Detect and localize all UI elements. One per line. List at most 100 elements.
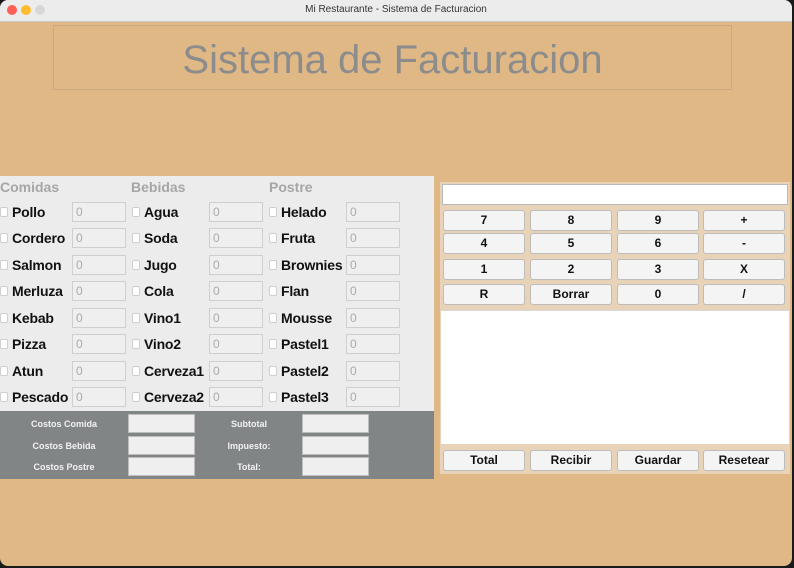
item-quantity-field[interactable]: 0 bbox=[72, 308, 126, 328]
item-quantity-field[interactable]: 0 bbox=[72, 361, 126, 381]
subtotal-field[interactable] bbox=[302, 414, 369, 433]
costos-comida-field[interactable] bbox=[128, 414, 195, 433]
costos-postre-field[interactable] bbox=[128, 457, 195, 476]
menu-panel: Comidas Bebidas Postre Pollo 0 Cordero 0 Sal… bbox=[0, 176, 434, 411]
item-checkbox[interactable] bbox=[132, 339, 140, 349]
item-label: Soda bbox=[144, 230, 178, 246]
item-quantity-field[interactable]: 0 bbox=[346, 202, 400, 222]
postre-header: Postre bbox=[269, 179, 313, 195]
item-quantity-field[interactable]: 0 bbox=[72, 202, 126, 222]
total-button[interactable]: Total bbox=[443, 450, 525, 471]
calculator-panel: 7 8 9 +4 5 6- 1 2 3 X R Borrar 0/ Total Recibir Guar… bbox=[440, 182, 790, 474]
item-quantity-field[interactable]: 0 bbox=[209, 255, 263, 275]
item-checkbox[interactable] bbox=[269, 313, 277, 323]
item-checkbox[interactable] bbox=[0, 207, 8, 217]
item-quantity-field[interactable]: 0 bbox=[346, 334, 400, 354]
subtotal-label: Subtotal bbox=[231, 419, 267, 429]
calculator-key[interactable]: X bbox=[703, 259, 785, 280]
calculator-key[interactable]: 1 bbox=[443, 259, 525, 280]
item-checkbox[interactable] bbox=[269, 339, 277, 349]
page-title: Sistema de Facturacion bbox=[182, 38, 603, 82]
item-quantity-field[interactable]: 0 bbox=[346, 228, 400, 248]
item-quantity-field[interactable]: 0 bbox=[72, 255, 126, 275]
item-checkbox[interactable] bbox=[0, 260, 8, 270]
item-quantity-field[interactable]: 0 bbox=[72, 228, 126, 248]
calculator-key[interactable]: 9 bbox=[617, 210, 699, 231]
impuesto-field[interactable] bbox=[302, 436, 369, 455]
item-checkbox[interactable] bbox=[269, 392, 277, 402]
item-label: Kebab bbox=[12, 310, 54, 326]
calculator-key[interactable]: 5 bbox=[530, 233, 612, 254]
calculator-display[interactable] bbox=[442, 184, 788, 205]
item-checkbox[interactable] bbox=[269, 233, 277, 243]
item-quantity-field[interactable]: 0 bbox=[346, 387, 400, 407]
item-quantity-field[interactable]: 0 bbox=[346, 308, 400, 328]
item-quantity-field[interactable]: 0 bbox=[72, 387, 126, 407]
calculator-key[interactable]: Borrar bbox=[530, 284, 612, 305]
item-quantity-field[interactable]: 0 bbox=[346, 281, 400, 301]
item-checkbox[interactable] bbox=[132, 260, 140, 270]
item-quantity-field[interactable]: 0 bbox=[209, 361, 263, 381]
calculator-key[interactable]: 8 bbox=[530, 210, 612, 231]
item-quantity-field[interactable]: 0 bbox=[346, 361, 400, 381]
item-checkbox[interactable] bbox=[0, 366, 8, 376]
item-checkbox[interactable] bbox=[269, 260, 277, 270]
impuesto-label: Impuesto: bbox=[227, 441, 271, 451]
item-checkbox[interactable] bbox=[0, 392, 8, 402]
item-quantity-field[interactable]: 0 bbox=[209, 202, 263, 222]
calculator-key[interactable]: 0 bbox=[617, 284, 699, 305]
item-label: Merluza bbox=[12, 283, 63, 299]
item-checkbox[interactable] bbox=[0, 313, 8, 323]
receipt-area[interactable] bbox=[441, 310, 789, 444]
item-checkbox[interactable] bbox=[0, 286, 8, 296]
calculator-key[interactable]: 7 bbox=[443, 210, 525, 231]
costos-postre-label: Costos Postre bbox=[33, 462, 95, 472]
calculator-key[interactable]: 4 bbox=[443, 233, 525, 254]
banner-panel: Sistema de Facturacion bbox=[53, 25, 732, 90]
total-field[interactable] bbox=[302, 457, 369, 476]
item-quantity-field[interactable]: 0 bbox=[209, 281, 263, 301]
calculator-key[interactable]: + bbox=[703, 210, 785, 231]
window-title: Mi Restaurante - Sistema de Facturacion bbox=[305, 4, 487, 15]
comidas-header: Comidas bbox=[0, 179, 60, 195]
item-label: Agua bbox=[144, 204, 179, 220]
item-checkbox[interactable] bbox=[132, 313, 140, 323]
item-checkbox[interactable] bbox=[132, 286, 140, 296]
item-label: Salmon bbox=[12, 257, 62, 273]
calculator-key[interactable]: R bbox=[443, 284, 525, 305]
guardar-button[interactable]: Guardar bbox=[617, 450, 699, 471]
item-checkbox[interactable] bbox=[132, 366, 140, 376]
item-quantity-field[interactable]: 0 bbox=[209, 387, 263, 407]
item-checkbox[interactable] bbox=[132, 392, 140, 402]
item-checkbox[interactable] bbox=[269, 286, 277, 296]
item-label: Pescado bbox=[12, 389, 69, 405]
costos-bebida-field[interactable] bbox=[128, 436, 195, 455]
item-checkbox[interactable] bbox=[0, 233, 8, 243]
item-checkbox[interactable] bbox=[269, 366, 277, 376]
item-label: Jugo bbox=[144, 257, 177, 273]
calculator-key[interactable]: 3 bbox=[617, 259, 699, 280]
item-label: Vino2 bbox=[144, 336, 181, 352]
calculator-key[interactable]: - bbox=[703, 233, 785, 254]
item-quantity-field[interactable]: 0 bbox=[209, 334, 263, 354]
item-checkbox[interactable] bbox=[132, 233, 140, 243]
item-label: Cordero bbox=[12, 230, 66, 246]
resetear-button[interactable]: Resetear bbox=[703, 450, 785, 471]
item-label: Cola bbox=[144, 283, 174, 299]
item-checkbox[interactable] bbox=[0, 339, 8, 349]
recibir-button[interactable]: Recibir bbox=[530, 450, 612, 471]
item-quantity-field[interactable]: 0 bbox=[209, 308, 263, 328]
item-checkbox[interactable] bbox=[269, 207, 277, 217]
item-quantity-field[interactable]: 0 bbox=[346, 255, 400, 275]
item-quantity-field[interactable]: 0 bbox=[72, 281, 126, 301]
item-quantity-field[interactable]: 0 bbox=[209, 228, 263, 248]
item-label: Helado bbox=[281, 204, 327, 220]
calculator-key[interactable]: / bbox=[703, 284, 785, 305]
item-label: Cerveza2 bbox=[144, 389, 204, 405]
item-quantity-field[interactable]: 0 bbox=[72, 334, 126, 354]
item-label: Cerveza1 bbox=[144, 363, 204, 379]
calculator-key[interactable]: 6 bbox=[617, 233, 699, 254]
calculator-key[interactable]: 2 bbox=[530, 259, 612, 280]
item-label: Pastel1 bbox=[281, 336, 329, 352]
item-checkbox[interactable] bbox=[132, 207, 140, 217]
